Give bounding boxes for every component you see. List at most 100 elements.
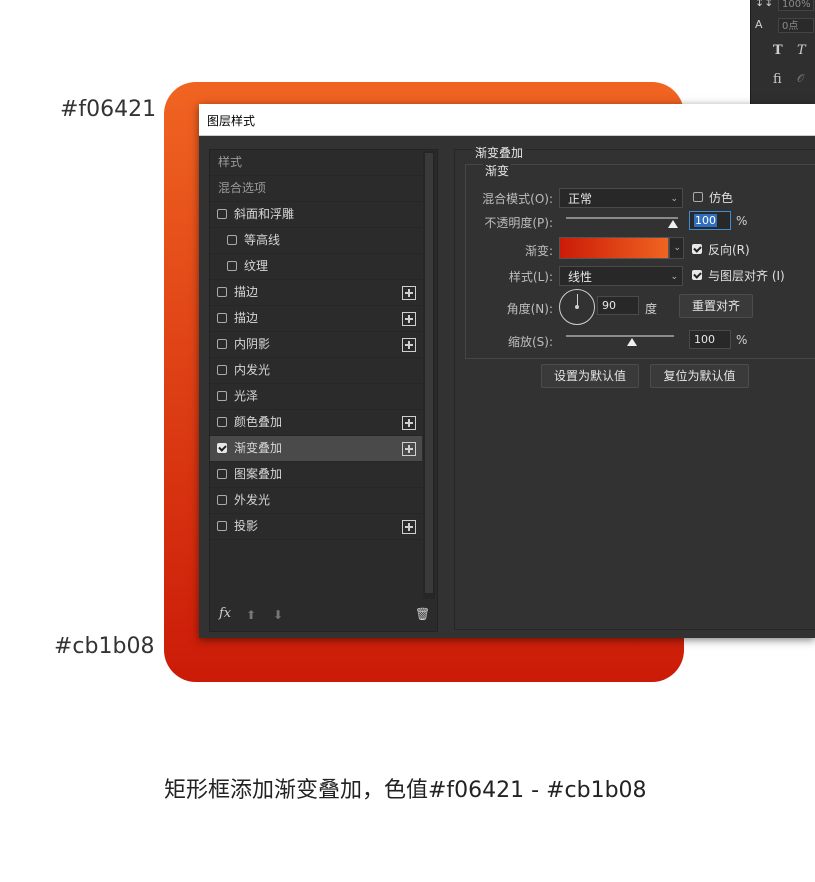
style-item[interactable]: 投影 xyxy=(210,514,422,540)
top-color-label: #f06421 xyxy=(60,97,157,122)
section-title: 渐变叠加 xyxy=(473,144,526,161)
reset-default-button[interactable]: 复位为默认值 xyxy=(650,364,749,388)
styles-header[interactable]: 样式 xyxy=(210,150,422,176)
align-checkbox[interactable] xyxy=(692,270,702,280)
style-item[interactable]: 内发光 xyxy=(210,358,422,384)
gradient-swatch[interactable] xyxy=(559,237,669,259)
style-item-checkbox[interactable] xyxy=(217,287,227,297)
style-item-checkbox[interactable] xyxy=(217,209,227,219)
style-item-checkbox[interactable] xyxy=(217,391,227,401)
angle-label: 角度(N): xyxy=(506,302,553,316)
dialog-title: 图层样式 xyxy=(207,114,256,128)
style-item[interactable]: 渐变叠加 xyxy=(210,436,422,462)
chevron-down-icon: ⌄ xyxy=(673,243,681,253)
blend-mode-label: 混合模式(O): xyxy=(482,192,553,206)
style-item-label: 外发光 xyxy=(234,493,271,507)
style-item-checkbox[interactable] xyxy=(217,339,227,349)
style-item[interactable]: 描边 xyxy=(210,306,422,332)
faux-italic-icon[interactable]: T xyxy=(797,43,806,58)
gradient-label: 渐变: xyxy=(524,244,553,258)
style-item-label: 内发光 xyxy=(234,363,271,377)
style-label: 样式(L): xyxy=(508,270,553,284)
blend-mode-select[interactable]: 正常 ⌄ xyxy=(559,188,683,208)
character-panel: ↕↕ 100% A 0点 T T fi 𝒪 xyxy=(750,0,815,104)
style-item[interactable]: 光泽 xyxy=(210,384,422,410)
move-down-icon[interactable]: ⬇ xyxy=(273,608,283,622)
style-item-label: 内阴影 xyxy=(234,337,271,351)
add-effect-icon[interactable] xyxy=(402,416,416,430)
move-up-icon[interactable]: ⬆ xyxy=(246,608,256,622)
dither-checkbox[interactable] xyxy=(693,192,703,202)
style-item[interactable]: 外发光 xyxy=(210,488,422,514)
add-effect-icon[interactable] xyxy=(402,520,416,534)
styles-list: 样式 混合选项 斜面和浮雕 等高线 纹理 描边 描边 内阴影 内发光 光泽 颜色叠加 渐变叠加 图案… xyxy=(209,149,438,632)
gradient-picker-dropdown[interactable]: ⌄ xyxy=(669,237,684,259)
style-item[interactable]: 图案叠加 xyxy=(210,462,422,488)
style-select[interactable]: 线性 ⌄ xyxy=(559,266,683,286)
layer-style-dialog: 图层样式 样式 混合选项 斜面和浮雕 等高线 纹理 描边 描边 内阴影 内发光 光泽 颜色叠加渐… xyxy=(199,104,815,638)
angle-input[interactable]: 90 xyxy=(597,296,639,315)
dialog-titlebar: 图层样式 xyxy=(199,104,815,136)
style-item-checkbox[interactable] xyxy=(217,417,227,427)
angle-unit: 度 xyxy=(645,302,658,316)
opacity-unit: % xyxy=(736,214,748,228)
scale-input[interactable]: 100 xyxy=(689,330,731,349)
add-effect-icon[interactable] xyxy=(402,338,416,352)
style-item[interactable]: 纹理 xyxy=(210,254,422,280)
leading-icon: ↕↕ xyxy=(755,0,774,9)
swash-icon[interactable]: 𝒪 xyxy=(797,72,804,86)
style-item-checkbox[interactable] xyxy=(217,365,227,375)
scale-slider-thumb[interactable] xyxy=(627,338,637,346)
dither-label: 仿色 xyxy=(709,191,734,205)
opacity-slider-thumb[interactable] xyxy=(668,220,678,228)
bottom-color-label: #cb1b08 xyxy=(54,634,155,659)
set-default-button[interactable]: 设置为默认值 xyxy=(541,364,639,388)
style-item[interactable]: 内阴影 xyxy=(210,332,422,358)
opacity-slider-track[interactable] xyxy=(566,217,678,219)
style-item-label: 投影 xyxy=(234,519,259,533)
align-label: 与图层对齐 (I) xyxy=(708,269,785,283)
style-item-checkbox[interactable] xyxy=(217,469,227,479)
faux-bold-icon[interactable]: T xyxy=(773,43,783,58)
style-item-checkbox[interactable] xyxy=(217,313,227,323)
blend-options-item[interactable]: 混合选项 xyxy=(210,176,422,202)
angle-dial[interactable] xyxy=(559,289,595,325)
style-item-label: 斜面和浮雕 xyxy=(234,207,295,221)
tracking-field[interactable]: 0点 xyxy=(778,18,814,33)
style-item-label: 纹理 xyxy=(244,259,269,273)
scale-label: 缩放(S): xyxy=(507,335,553,349)
add-effect-icon[interactable] xyxy=(402,312,416,326)
style-item-label: 描边 xyxy=(234,285,259,299)
style-item[interactable]: 等高线 xyxy=(210,228,422,254)
leading-field[interactable]: 100% xyxy=(778,0,814,11)
list-footer: fx ⬆ ⬇ 🗑 xyxy=(210,600,437,630)
trash-icon[interactable]: 🗑 xyxy=(415,607,430,621)
style-item[interactable]: 描边 xyxy=(210,280,422,306)
style-item-checkbox[interactable] xyxy=(227,235,237,245)
reset-alignment-button[interactable]: 重置对齐 xyxy=(679,294,753,318)
opacity-input[interactable]: 100 xyxy=(689,211,731,230)
scrollbar-thumb[interactable] xyxy=(425,153,433,593)
style-item-checkbox[interactable] xyxy=(217,443,227,453)
style-value: 线性 xyxy=(568,270,593,284)
scale-slider-track[interactable] xyxy=(566,335,674,337)
style-item[interactable]: 斜面和浮雕 xyxy=(210,202,422,228)
style-item[interactable]: 颜色叠加 xyxy=(210,410,422,436)
opacity-label: 不透明度(P): xyxy=(484,216,553,230)
fx-icon[interactable]: fx xyxy=(219,606,231,621)
ligature-icon[interactable]: fi xyxy=(773,72,782,87)
style-item-checkbox[interactable] xyxy=(227,261,237,271)
style-item-checkbox[interactable] xyxy=(217,521,227,531)
style-item-label: 颜色叠加 xyxy=(234,415,283,429)
reverse-label: 反向(R) xyxy=(708,243,750,257)
scale-unit: % xyxy=(736,333,748,347)
list-scrollbar[interactable] xyxy=(423,151,435,599)
style-item-label: 图案叠加 xyxy=(234,467,283,481)
style-item-label: 等高线 xyxy=(244,233,281,247)
reverse-checkbox[interactable] xyxy=(692,244,702,254)
style-item-checkbox[interactable] xyxy=(217,495,227,505)
style-item-label: 描边 xyxy=(234,311,259,325)
add-effect-icon[interactable] xyxy=(402,442,416,456)
add-effect-icon[interactable] xyxy=(402,286,416,300)
tracking-icon: A xyxy=(755,18,763,31)
